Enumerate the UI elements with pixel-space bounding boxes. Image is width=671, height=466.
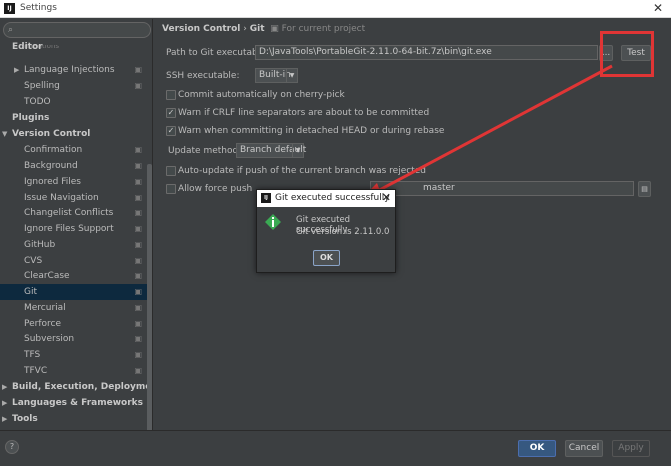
dialog-title: Git executed successfully	[275, 193, 390, 203]
dialog-ok-button[interactable]: OK	[313, 250, 340, 266]
git-success-dialog: IJ Git executed successfully ✕ Git execu…	[256, 189, 396, 273]
dialog-titlebar: IJ Git executed successfully ✕	[257, 190, 395, 207]
dialog-message-line2: Git version is 2.11.0.0	[296, 227, 390, 237]
intellij-app-icon: IJ	[261, 193, 271, 203]
dialog-close-icon[interactable]: ✕	[382, 191, 391, 204]
info-icon	[265, 214, 281, 230]
annotation-arrow-shaft	[371, 64, 613, 196]
